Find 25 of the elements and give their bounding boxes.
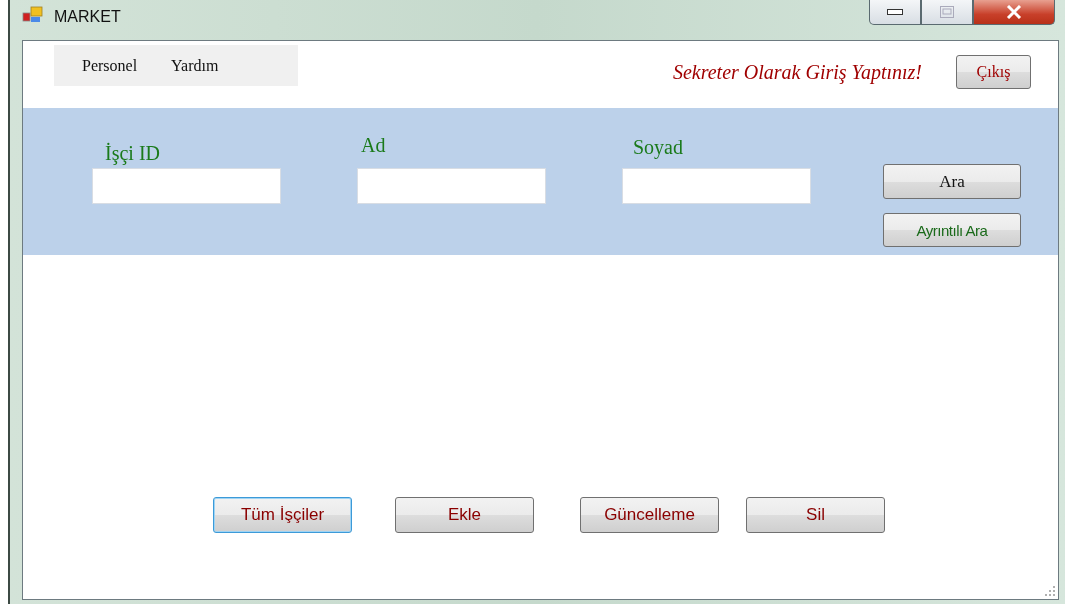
close-button[interactable]	[973, 0, 1055, 25]
field-label: Soyad	[633, 135, 683, 159]
menu-item[interactable]: Personel	[82, 56, 138, 75]
maximize-icon	[940, 6, 954, 18]
field-label: İşçi ID	[105, 141, 160, 165]
text-field[interactable]	[357, 168, 546, 204]
field-label: Ad	[361, 133, 386, 157]
close-icon	[1006, 5, 1022, 19]
menu-item[interactable]: Yardım	[171, 56, 219, 75]
action-button[interactable]: Sil	[746, 497, 885, 533]
text-field[interactable]	[622, 168, 811, 204]
action-button[interactable]: Güncelleme	[580, 497, 719, 533]
text-field[interactable]	[92, 168, 281, 204]
minimize-icon	[887, 9, 903, 15]
window-title: MARKET	[54, 7, 121, 27]
action-button[interactable]: Tüm İşçiler	[213, 497, 352, 533]
app-icon	[22, 6, 44, 24]
action-button[interactable]: Ekle	[395, 497, 534, 533]
detailed-search-button[interactable]: Ayrıntılı Ara	[883, 213, 1021, 247]
resize-grip-icon[interactable]	[1044, 585, 1056, 597]
login-message: Sekreter Olarak Giriş Yaptınız!	[672, 61, 922, 84]
search-button[interactable]: Ara	[883, 164, 1021, 199]
maximize-button[interactable]	[921, 0, 973, 25]
minimize-button[interactable]	[869, 0, 921, 25]
exit-button[interactable]: Çıkış	[956, 55, 1031, 89]
